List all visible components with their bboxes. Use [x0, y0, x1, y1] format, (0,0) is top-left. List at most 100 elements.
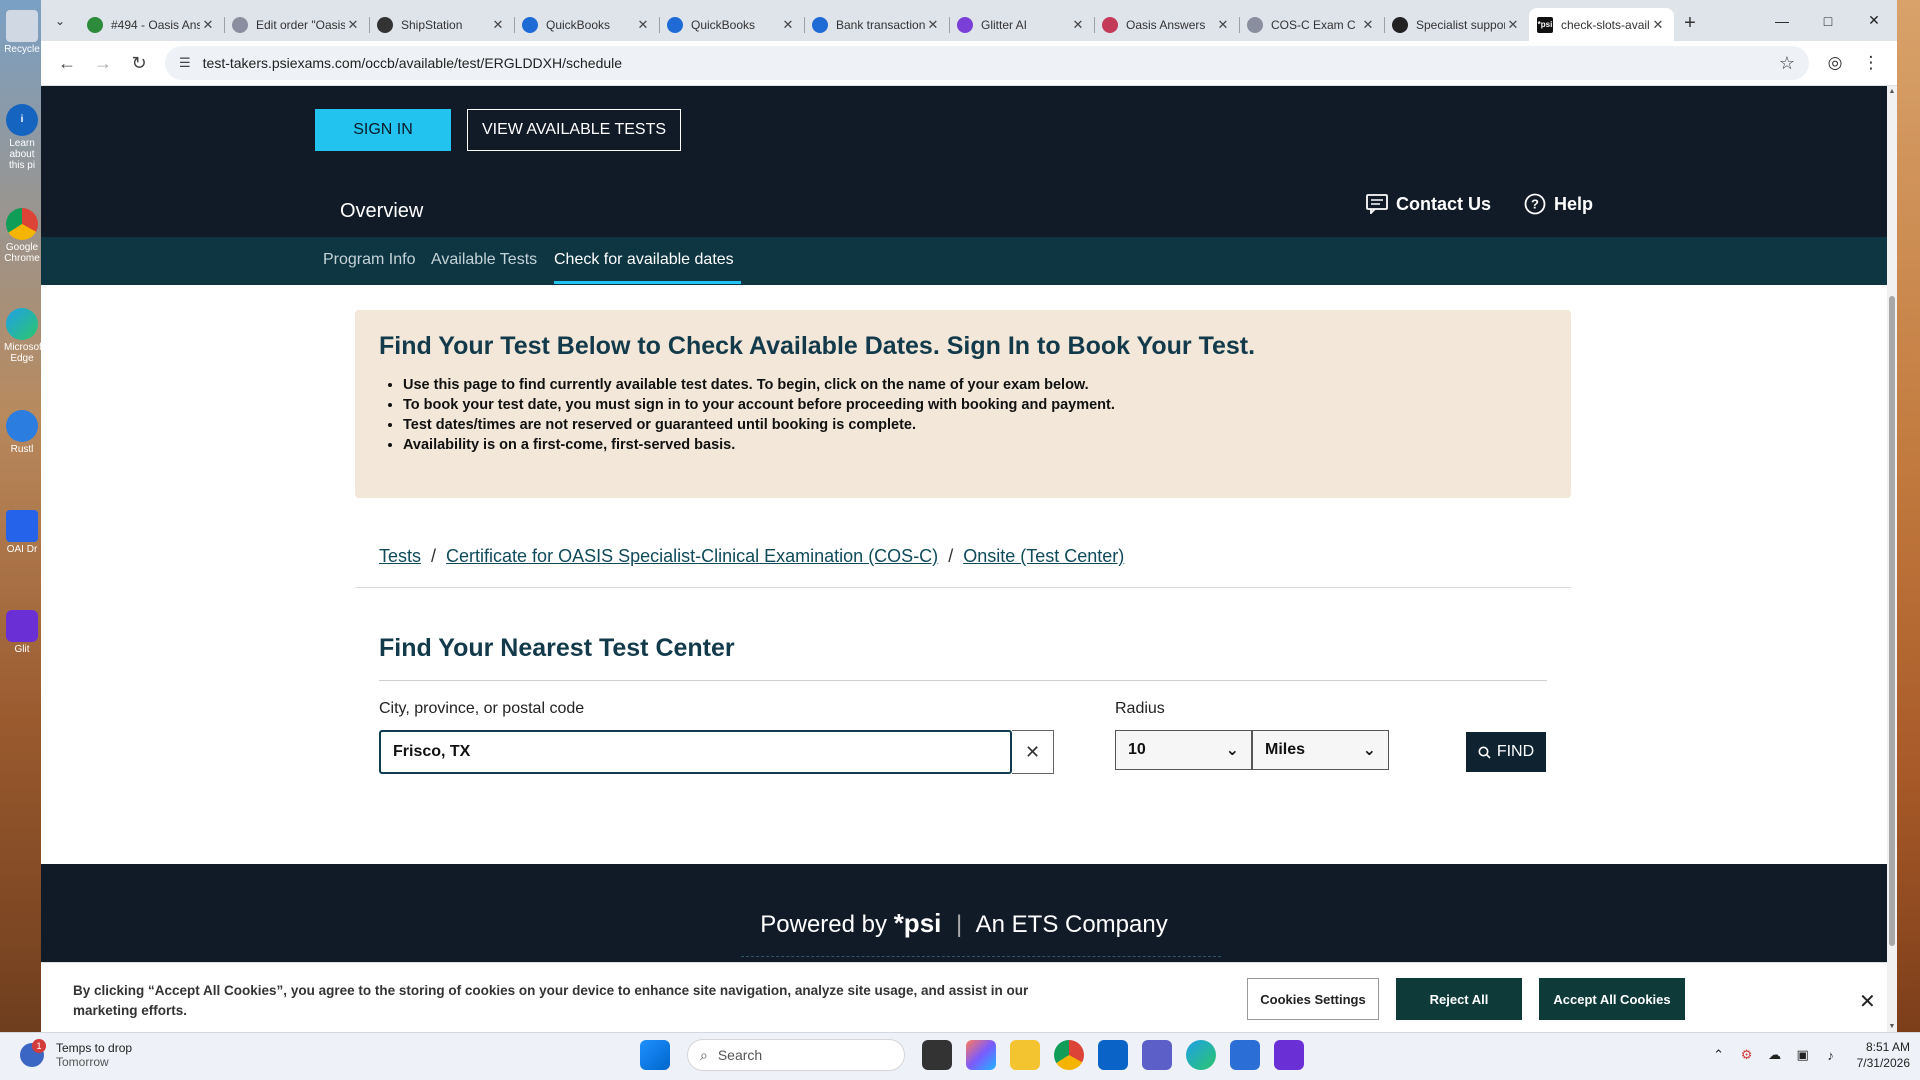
network-icon[interactable]: ▣	[1792, 1047, 1814, 1063]
browser-tab[interactable]: Oasis Answers ✕	[1094, 8, 1239, 41]
tab-program-info[interactable]: Program Info	[323, 251, 415, 269]
cookie-banner: By clicking “Accept All Cookies”, you ag…	[41, 962, 1887, 1032]
close-tab-icon[interactable]: ✕	[1215, 17, 1231, 33]
close-tab-icon[interactable]: ✕	[490, 17, 506, 33]
weather-title: Temps to drop	[56, 1041, 133, 1055]
tab-list: #494 - Oasis Answers✕Edit order "Oasis✕S…	[79, 0, 1674, 41]
finder-title: Find Your Nearest Test Center	[379, 634, 735, 662]
desktop-icon-recycle-bin[interactable]: Recycle	[4, 10, 40, 55]
close-tab-icon[interactable]: ✕	[1650, 17, 1666, 33]
outlook-icon[interactable]	[1098, 1040, 1128, 1070]
glitter-icon[interactable]	[1274, 1040, 1304, 1070]
search-icon: ⌕	[700, 1046, 708, 1063]
radius-select[interactable]: 10 ⌄	[1115, 730, 1252, 770]
windows-start-icon[interactable]	[640, 1040, 670, 1070]
more-menu-icon[interactable]: ⋮	[1853, 45, 1889, 81]
clear-input-button[interactable]: ✕	[1012, 730, 1054, 774]
app-tray-icon[interactable]: ⚙	[1736, 1047, 1758, 1063]
site-info-icon[interactable]: ☰	[179, 55, 191, 71]
reload-icon[interactable]: ↻	[121, 45, 157, 81]
browser-tab[interactable]: *psi check-slots-available✕	[1529, 8, 1674, 41]
back-icon[interactable]: ←	[49, 45, 85, 81]
scroll-up-icon[interactable]: ▲	[1887, 88, 1897, 95]
desktop-icon-chrome[interactable]: Google Chrome	[4, 208, 40, 264]
tab-strip: ⌄ #494 - Oasis Answers✕Edit order "Oasis…	[41, 0, 1897, 41]
minimize-icon[interactable]: —	[1759, 0, 1805, 41]
scrollbar-thumb[interactable]	[1889, 296, 1895, 946]
close-tab-icon[interactable]: ✕	[345, 17, 361, 33]
volume-icon[interactable]: ♪	[1820, 1048, 1842, 1063]
sign-in-button[interactable]: SIGN IN	[315, 109, 451, 151]
browser-tab[interactable]: ShipStation ✕	[369, 8, 514, 41]
chrome-icon[interactable]	[1054, 1040, 1084, 1070]
view-available-tests-button[interactable]: VIEW AVAILABLE TESTS	[467, 109, 681, 151]
clock[interactable]: 8:51 AM 7/31/2026	[1857, 1039, 1910, 1071]
breadcrumb-exam[interactable]: Certificate for OASIS Specialist-Clinica…	[446, 546, 938, 567]
cookies-settings-button[interactable]: Cookies Settings	[1247, 978, 1379, 1020]
close-tab-icon[interactable]: ✕	[1505, 17, 1521, 33]
profile-icon[interactable]: ◎	[1817, 45, 1853, 81]
store-icon[interactable]	[1230, 1040, 1260, 1070]
teams-icon[interactable]	[1142, 1040, 1172, 1070]
browser-tab[interactable]: Glitter AI ✕	[949, 8, 1094, 41]
close-tab-icon[interactable]: ✕	[1360, 17, 1376, 33]
find-button[interactable]: FIND	[1466, 732, 1546, 772]
browser-tab[interactable]: COS-C Exam C ✕	[1239, 8, 1384, 41]
desktop-icon-glitter[interactable]: Glit	[4, 610, 40, 655]
browser-tab[interactable]: Bank transactions ✕	[804, 8, 949, 41]
page-title-overview: Overview	[340, 200, 424, 222]
file-explorer-icon[interactable]	[1010, 1040, 1040, 1070]
notice-item: To book your test date, you must sign in…	[403, 397, 1547, 413]
reject-all-button[interactable]: Reject All	[1396, 978, 1522, 1020]
cloud-off-icon[interactable]: ☁	[1764, 1047, 1786, 1063]
breadcrumb-onsite[interactable]: Onsite (Test Center)	[963, 546, 1124, 567]
page-scrollbar[interactable]: ▲ ▼	[1887, 86, 1897, 1032]
weather-widget[interactable]: 1 Temps to drop Tomorrow	[20, 1039, 133, 1069]
browser-toolbar: ← → ↻ ☰ test-takers.psiexams.com/occb/av…	[41, 41, 1897, 86]
scroll-down-icon[interactable]: ▼	[1887, 1023, 1897, 1030]
taskbar-search[interactable]: ⌕ Search	[687, 1039, 905, 1071]
psi-logo: *psi	[893, 908, 942, 938]
close-tab-icon[interactable]: ✕	[635, 17, 651, 33]
desktop-icon-rustdesk[interactable]: Rustl	[4, 410, 40, 455]
browser-tab[interactable]: Edit order "Oasis ✕	[224, 8, 369, 41]
maximize-icon[interactable]: □	[1805, 0, 1851, 41]
bookmark-star-icon[interactable]: ☆	[1779, 53, 1795, 74]
tab-available-tests[interactable]: Available Tests	[431, 251, 537, 269]
tab-favicon-icon	[522, 16, 538, 33]
desktop-icon-learn[interactable]: i Learn about this pi	[4, 104, 40, 171]
address-bar[interactable]: ☰ test-takers.psiexams.com/occb/availabl…	[165, 46, 1809, 80]
chevron-down-icon: ⌄	[1362, 742, 1376, 759]
edge-icon[interactable]	[1186, 1040, 1216, 1070]
close-icon[interactable]: ✕	[1859, 989, 1876, 1014]
copilot-icon[interactable]	[966, 1040, 996, 1070]
task-view-icon[interactable]	[922, 1040, 952, 1070]
desktop-icon-edge[interactable]: Microsoft Edge	[4, 308, 45, 364]
contact-us-link[interactable]: Contact Us	[1366, 193, 1491, 215]
breadcrumb-tests[interactable]: Tests	[379, 546, 421, 567]
browser-tab[interactable]: QuickBooks ✕	[659, 8, 804, 41]
site-header: SIGN IN VIEW AVAILABLE TESTS Overview Co…	[41, 86, 1887, 237]
help-link[interactable]: ? Help	[1524, 193, 1593, 215]
accept-all-cookies-button[interactable]: Accept All Cookies	[1539, 978, 1685, 1020]
browser-tab[interactable]: #494 - Oasis Answers✕	[79, 8, 224, 41]
desktop-icon-oai[interactable]: OAI Dr	[4, 510, 40, 555]
new-tab-button[interactable]: +	[1674, 12, 1706, 35]
tab-favicon-icon: *psi	[1537, 16, 1553, 33]
browser-tab[interactable]: Specialist support ✕	[1384, 8, 1529, 41]
unit-select[interactable]: Miles ⌄	[1252, 730, 1389, 770]
close-tab-icon[interactable]: ✕	[200, 17, 216, 33]
tab-favicon-icon	[377, 16, 393, 33]
close-tab-icon[interactable]: ✕	[925, 17, 941, 33]
tab-search-menu[interactable]: ⌄	[41, 0, 79, 41]
forward-icon[interactable]: →	[85, 45, 121, 81]
close-window-icon[interactable]: ✕	[1851, 0, 1897, 41]
browser-tab[interactable]: QuickBooks ✕	[514, 8, 659, 41]
close-tab-icon[interactable]: ✕	[780, 17, 796, 33]
close-tab-icon[interactable]: ✕	[1070, 17, 1086, 33]
chevron-up-icon[interactable]: ⌃	[1708, 1047, 1730, 1063]
notice-list: Use this page to find currently availabl…	[379, 377, 1547, 453]
tab-title: Bank transactions	[836, 17, 925, 32]
tab-check-available-dates[interactable]: Check for available dates	[554, 251, 734, 269]
city-input[interactable]	[379, 730, 1012, 774]
